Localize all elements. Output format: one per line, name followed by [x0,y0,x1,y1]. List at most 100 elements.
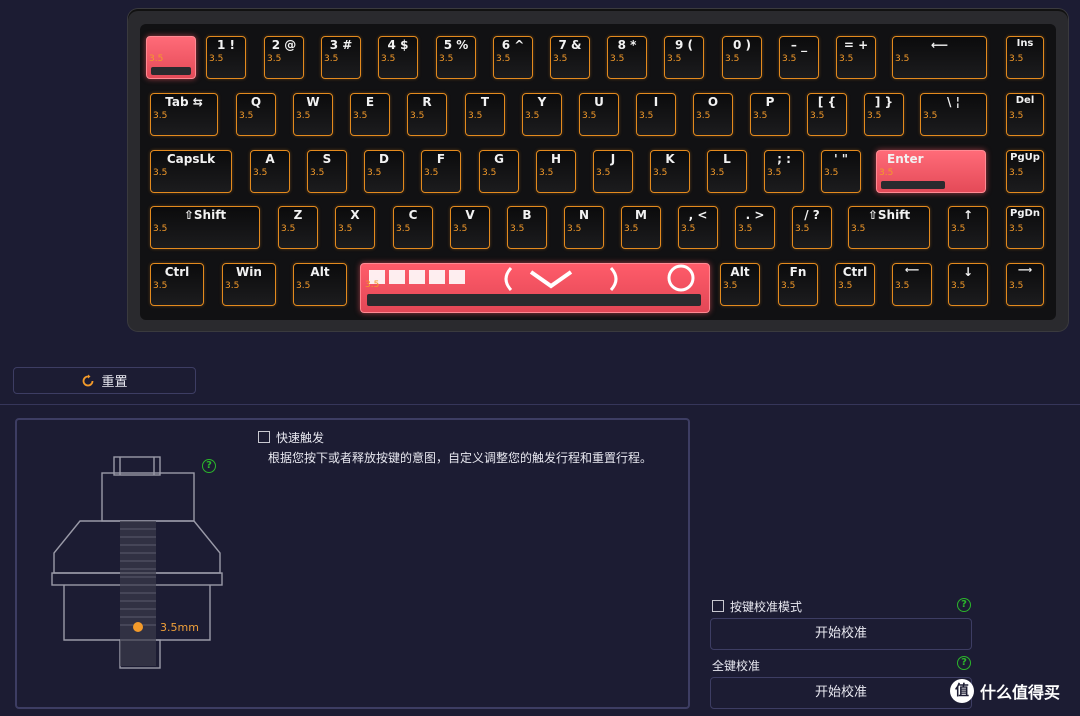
key-6[interactable]: 6 ^ 3.5 [493,36,533,79]
key-ralt[interactable]: Alt 3.5 [720,263,760,306]
key-1[interactable]: 1 ! 3.5 [206,36,246,79]
key-k[interactable]: K 3.5 [650,150,690,193]
key-m[interactable]: M 3.5 [621,206,661,249]
key-caps[interactable]: CapsLk 3.5 [150,150,232,193]
key-right[interactable]: ⟶ 3.5 [1006,263,1044,306]
key-u[interactable]: U 3.5 [579,93,619,136]
key-q[interactable]: Q 3.5 [236,93,276,136]
key-label: Enter [887,152,924,166]
key-minus[interactable]: – _ 3.5 [779,36,819,79]
key-e[interactable]: E 3.5 [350,93,390,136]
key-enter[interactable]: Enter 3.5 [876,150,986,193]
calibration-mode-toggle[interactable]: 按键校准模式 [712,598,802,615]
key-0[interactable]: 0 ) 3.5 [722,36,762,79]
key-win[interactable]: Win 3.5 [222,263,276,306]
key-value: 3.5 [149,54,164,64]
key-left[interactable]: ⟵ 3.5 [892,263,932,306]
key-label: ⟶ [1017,265,1033,276]
key-9[interactable]: 9 (3.5 [664,36,704,79]
key-lbracket[interactable]: [ {3.5 [807,93,847,136]
key-o[interactable]: O 3.5 [693,93,733,136]
key-label: Win [236,265,262,279]
key-j[interactable]: J 3.5 [593,150,633,193]
key-quote[interactable]: ' " 3.5 [821,150,861,193]
key-space[interactable]: 3.5 [360,263,710,313]
key-period[interactable]: . > 3.5 [735,206,775,249]
key-pgdn[interactable]: PgDn 3.5 [1006,206,1044,249]
start-all-keys-calibration-button[interactable]: 开始校准 [710,677,972,709]
key-x[interactable]: X 3.5 [335,206,375,249]
key-label: ↓ [962,265,974,279]
key-v[interactable]: V 3.5 [450,206,490,249]
spacebar-art-icon [369,264,695,292]
key-t[interactable]: T 3.5 [465,93,505,136]
key-p[interactable]: P 3.5 [750,93,790,136]
key-value: 3.5 [453,224,468,234]
key-comma[interactable]: , < 3.5 [678,206,718,249]
key-lshift[interactable]: ⇧Shift 3.5 [150,206,260,249]
key-g[interactable]: G 3.5 [479,150,519,193]
key-value: 3.5 [338,224,353,234]
key-rshift[interactable]: ⇧Shift 3.5 [848,206,930,249]
key-semicolon[interactable]: ; : 3.5 [764,150,804,193]
key-value: 3.5 [153,111,168,121]
start-calibration-button[interactable]: 开始校准 [710,618,972,650]
help-icon[interactable]: ? [957,598,971,612]
key-n[interactable]: N 3.5 [564,206,604,249]
key-stripe [151,67,191,75]
key-esc[interactable]: 3.5 [146,36,196,79]
key-label: 1 ! [217,38,235,52]
key-d[interactable]: D 3.5 [364,150,404,193]
key-lalt[interactable]: Alt 3.5 [293,263,347,306]
reset-button[interactable]: 重置 [13,367,196,394]
key-value: 3.5 [296,111,311,121]
key-label: 7 & [558,38,582,52]
checkbox-icon[interactable] [258,431,270,443]
key-pgup[interactable]: PgUp 3.5 [1006,150,1044,193]
key-3[interactable]: 3 #3.5 [321,36,361,79]
checkbox-icon[interactable] [712,600,724,612]
key-value: 3.5 [653,168,668,178]
key-up[interactable]: ↑ 3.5 [948,206,988,249]
key-label: F [436,152,446,166]
key-b[interactable]: B 3.5 [507,206,547,249]
key-del[interactable]: Del 3.5 [1006,93,1044,136]
key-ins[interactable]: Ins 3.5 [1006,36,1044,79]
key-z[interactable]: Z 3.5 [278,206,318,249]
key-f[interactable]: F 3.5 [421,150,461,193]
key-equal[interactable]: = + 3.5 [836,36,876,79]
key-down[interactable]: ↓ 3.5 [948,263,988,306]
key-value: 3.5 [365,280,380,290]
help-icon[interactable]: ? [957,656,971,670]
key-w[interactable]: W 3.5 [293,93,333,136]
key-label: N [578,208,590,222]
key-a[interactable]: A 3.5 [250,150,290,193]
key-rbracket[interactable]: ] } 3.5 [864,93,904,136]
key-backslash[interactable]: \ ¦ 3.5 [920,93,987,136]
key-8[interactable]: 8 * 3.5 [607,36,647,79]
key-s[interactable]: S 3.5 [307,150,347,193]
key-fn[interactable]: Fn 3.5 [778,263,818,306]
key-value: 3.5 [410,111,425,121]
key-c[interactable]: C 3.5 [393,206,433,249]
key-label: C [408,208,418,222]
key-7[interactable]: 7 & 3.5 [550,36,590,79]
key-lctrl[interactable]: Ctrl 3.5 [150,263,204,306]
key-4[interactable]: 4 $3.5 [378,36,418,79]
key-label: M [635,208,647,222]
key-backspace[interactable]: ⟵ 3.5 [892,36,987,79]
key-l[interactable]: L 3.5 [707,150,747,193]
key-h[interactable]: H 3.5 [536,150,576,193]
key-2[interactable]: 2 @3.5 [264,36,304,79]
key-label: H [550,152,562,166]
key-5[interactable]: 5 % 3.5 [436,36,476,79]
key-r[interactable]: R 3.5 [407,93,447,136]
key-tab[interactable]: Tab ⇆ 3.5 [150,93,218,136]
key-i[interactable]: I 3.5 [636,93,676,136]
key-y[interactable]: Y 3.5 [522,93,562,136]
help-icon[interactable]: ? [202,459,216,473]
key-value: 3.5 [667,54,682,64]
key-rctrl[interactable]: Ctrl 3.5 [835,263,875,306]
rapid-trigger-toggle[interactable]: 快速触发 [258,429,324,446]
key-slash[interactable]: / ? 3.5 [792,206,832,249]
